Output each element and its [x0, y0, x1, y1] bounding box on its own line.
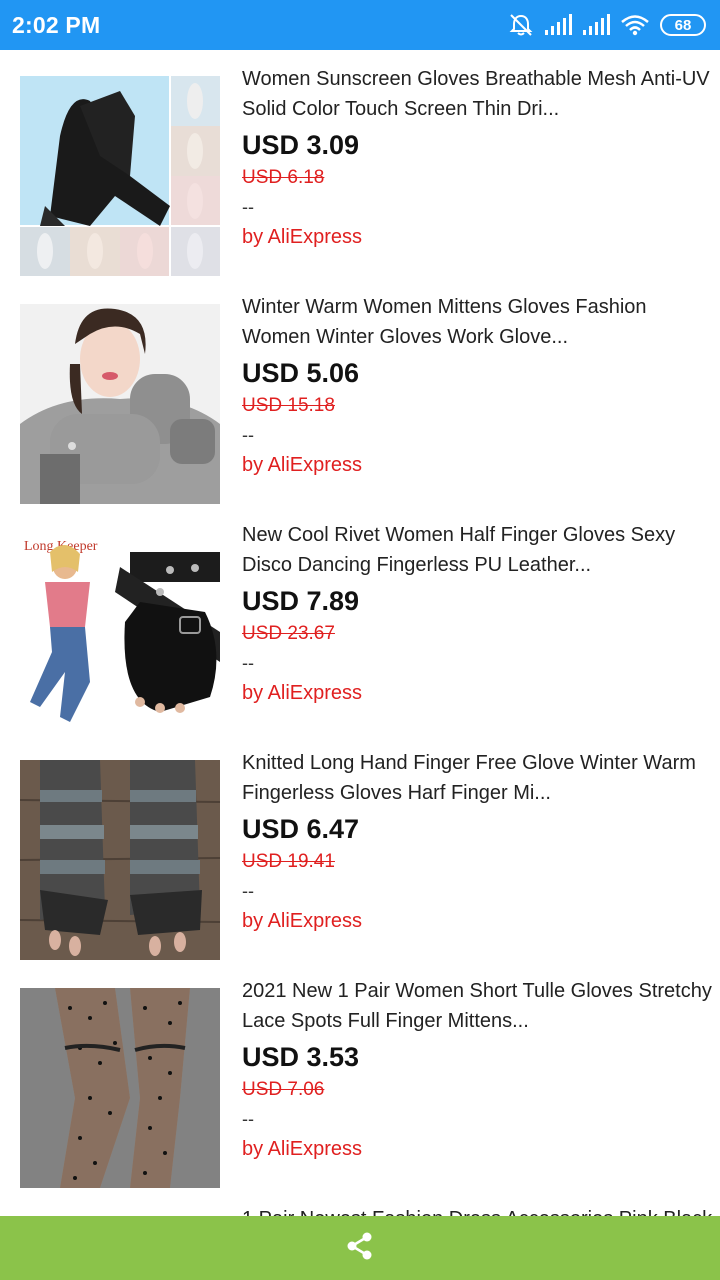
- product-image[interactable]: [20, 76, 220, 276]
- product-rating: --: [242, 1109, 254, 1129]
- product-title[interactable]: Women Sunscreen Gloves Breathable Mesh A…: [242, 64, 718, 124]
- product-image[interactable]: Long Keeper: [20, 532, 220, 732]
- product-info[interactable]: Winter Warm Women Mittens Gloves Fashion…: [242, 292, 718, 479]
- product-price: USD 7.89: [242, 586, 360, 616]
- wifi-icon: [620, 14, 650, 36]
- product-title[interactable]: Knitted Long Hand Finger Free Glove Wint…: [242, 748, 718, 808]
- product-seller[interactable]: by AliExpress: [242, 223, 718, 251]
- product-info[interactable]: Knitted Long Hand Finger Free Glove Wint…: [242, 748, 718, 935]
- product-old-price: USD 15.18: [242, 395, 335, 416]
- list-item[interactable]: 2021 New 1 Pair Women Short Tulle Gloves…: [0, 962, 720, 1190]
- status-bar: 2:02 PM 68: [0, 0, 720, 50]
- product-price: USD 3.53: [242, 1042, 360, 1072]
- list-item[interactable]: Long Keeper New Cool Rivet Women Half Fi…: [0, 506, 720, 734]
- battery-icon: 68: [660, 14, 706, 36]
- list-item[interactable]: Knitted Long Hand Finger Free Glove Wint…: [0, 734, 720, 962]
- product-image[interactable]: [20, 760, 220, 960]
- list-item[interactable]: Winter Warm Women Mittens Gloves Fashion…: [0, 278, 720, 506]
- product-title[interactable]: New Cool Rivet Women Half Finger Gloves …: [242, 520, 718, 580]
- list-item[interactable]: Women Sunscreen Gloves Breathable Mesh A…: [0, 50, 720, 278]
- product-old-price: USD 19.41: [242, 851, 335, 872]
- product-info[interactable]: Women Sunscreen Gloves Breathable Mesh A…: [242, 64, 718, 251]
- product-rating: --: [242, 653, 254, 673]
- product-seller[interactable]: by AliExpress: [242, 451, 718, 479]
- status-icons: 68: [508, 13, 706, 37]
- product-info[interactable]: 2021 New 1 Pair Women Short Tulle Gloves…: [242, 976, 718, 1163]
- product-info[interactable]: New Cool Rivet Women Half Finger Gloves …: [242, 520, 718, 707]
- product-seller[interactable]: by AliExpress: [242, 907, 718, 935]
- signal-icon: [544, 14, 572, 36]
- product-rating: --: [242, 425, 254, 445]
- battery-level: 68: [674, 16, 692, 34]
- product-price: USD 3.09: [242, 130, 360, 160]
- product-rating: --: [242, 197, 254, 217]
- product-title[interactable]: Winter Warm Women Mittens Gloves Fashion…: [242, 292, 718, 352]
- product-seller[interactable]: by AliExpress: [242, 679, 718, 707]
- product-list[interactable]: Women Sunscreen Gloves Breathable Mesh A…: [0, 50, 720, 1216]
- bottom-share-bar[interactable]: [0, 1216, 720, 1280]
- share-icon[interactable]: [345, 1231, 375, 1266]
- product-old-price: USD 6.18: [242, 167, 325, 188]
- product-rating: --: [242, 881, 254, 901]
- status-time: 2:02 PM: [12, 11, 101, 38]
- product-image[interactable]: [20, 304, 220, 504]
- product-old-price: USD 23.67: [242, 623, 335, 644]
- product-price: USD 5.06: [242, 358, 360, 388]
- product-seller[interactable]: by AliExpress: [242, 1135, 718, 1163]
- product-title[interactable]: 2021 New 1 Pair Women Short Tulle Gloves…: [242, 976, 718, 1036]
- alarm-off-icon: [508, 13, 534, 37]
- product-old-price: USD 7.06: [242, 1079, 325, 1100]
- product-image[interactable]: [20, 988, 220, 1188]
- product-price: USD 6.47: [242, 814, 360, 844]
- signal-icon: [582, 14, 610, 36]
